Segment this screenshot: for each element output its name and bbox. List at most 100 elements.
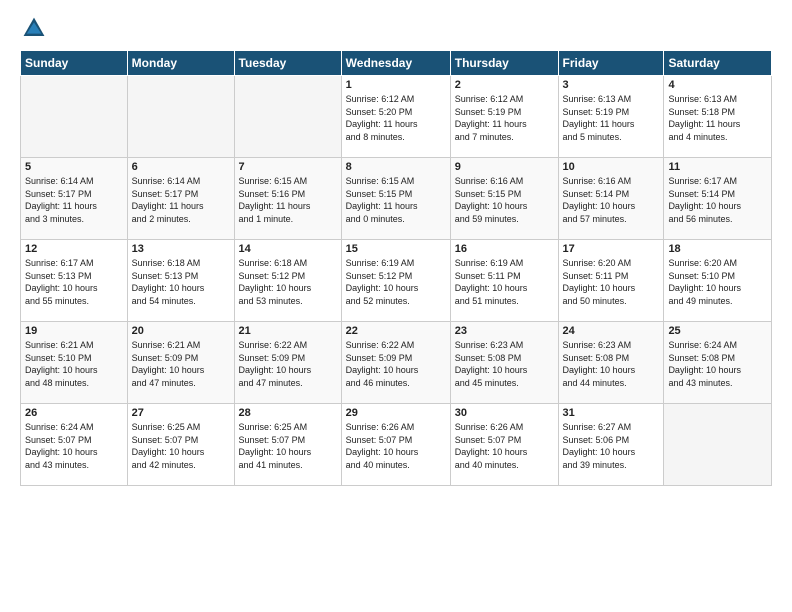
weekday-header-tuesday: Tuesday [234, 51, 341, 76]
week-row-1: 1 Sunrise: 6:12 AM Sunset: 5:20 PM Daylig… [21, 76, 772, 158]
header [20, 16, 772, 40]
calendar-cell: 10Sunrise: 6:16 AM Sunset: 5:14 PM Dayli… [558, 158, 664, 240]
day-number: 25 [668, 325, 767, 337]
day-number: 31 [563, 407, 660, 419]
calendar-cell: 23 Sunrise: 6:23 AM Sunset: 5:08 PM Dayli… [450, 322, 558, 404]
calendar-cell: 2Sunrise: 6:12 AM Sunset: 5:19 PM Daylig… [450, 76, 558, 158]
calendar-cell: 1 Sunrise: 6:12 AM Sunset: 5:20 PM Daylig… [341, 76, 450, 158]
calendar-cell: 3 Sunrise: 6:13 AM Sunset: 5:19 PM Daylig… [558, 76, 664, 158]
day-number: 28 [239, 407, 337, 419]
day-number: 24 [563, 325, 660, 337]
day-number: 3 [563, 79, 660, 91]
day-info: Sunrise: 6:19 AM Sunset: 5:11 PM Dayligh… [455, 257, 554, 307]
calendar-cell: 28 Sunrise: 6:25 AM Sunset: 5:07 PM Dayli… [234, 404, 341, 486]
calendar-cell: 8 Sunrise: 6:15 AM Sunset: 5:15 PM Daylig… [341, 158, 450, 240]
day-info: Sunrise: 6:25 AM Sunset: 5:07 PM Dayligh… [132, 421, 230, 471]
day-info: Sunrise: 6:22 AM Sunset: 5:09 PM Dayligh… [239, 339, 337, 389]
calendar-cell [664, 404, 772, 486]
day-number: 7 [239, 161, 337, 173]
day-number: 6 [132, 161, 230, 173]
day-number: 19 [25, 325, 123, 337]
calendar-cell: 26 Sunrise: 6:24 AM Sunset: 5:07 PM Dayli… [21, 404, 128, 486]
day-number: 8 [346, 161, 446, 173]
day-number: 30 [455, 407, 554, 419]
day-number: 1 [346, 79, 446, 91]
day-number: 21 [239, 325, 337, 337]
day-number: 11 [668, 161, 767, 173]
calendar-cell: 12 Sunrise: 6:17 AM Sunset: 5:13 PM Dayli… [21, 240, 128, 322]
calendar-cell: 29Sunrise: 6:26 AM Sunset: 5:07 PM Dayli… [341, 404, 450, 486]
calendar-cell: 19 Sunrise: 6:21 AM Sunset: 5:10 PM Dayli… [21, 322, 128, 404]
calendar-cell: 13 Sunrise: 6:18 AM Sunset: 5:13 PM Dayli… [127, 240, 234, 322]
calendar-cell: 27 Sunrise: 6:25 AM Sunset: 5:07 PM Dayli… [127, 404, 234, 486]
day-info: Sunrise: 6:22 AM Sunset: 5:09 PM Dayligh… [346, 339, 446, 389]
day-info: Sunrise: 6:21 AM Sunset: 5:09 PM Dayligh… [132, 339, 230, 389]
day-number: 9 [455, 161, 554, 173]
calendar-cell: 20 Sunrise: 6:21 AM Sunset: 5:09 PM Dayli… [127, 322, 234, 404]
day-info: Sunrise: 6:12 AM Sunset: 5:20 PM Dayligh… [346, 93, 446, 143]
day-number: 27 [132, 407, 230, 419]
weekday-header-friday: Friday [558, 51, 664, 76]
day-info: Sunrise: 6:21 AM Sunset: 5:10 PM Dayligh… [25, 339, 123, 389]
day-info: Sunrise: 6:15 AM Sunset: 5:16 PM Dayligh… [239, 175, 337, 225]
day-info: Sunrise: 6:24 AM Sunset: 5:07 PM Dayligh… [25, 421, 123, 471]
calendar-cell: 7 Sunrise: 6:15 AM Sunset: 5:16 PM Daylig… [234, 158, 341, 240]
calendar-cell: 5 Sunrise: 6:14 AM Sunset: 5:17 PM Daylig… [21, 158, 128, 240]
day-info: Sunrise: 6:17 AM Sunset: 5:13 PM Dayligh… [25, 257, 123, 307]
calendar-cell: 14 Sunrise: 6:18 AM Sunset: 5:12 PM Dayli… [234, 240, 341, 322]
day-info: Sunrise: 6:13 AM Sunset: 5:18 PM Dayligh… [668, 93, 767, 143]
calendar-cell: 18 Sunrise: 6:20 AM Sunset: 5:10 PM Dayli… [664, 240, 772, 322]
day-number: 22 [346, 325, 446, 337]
week-row-4: 19 Sunrise: 6:21 AM Sunset: 5:10 PM Dayli… [21, 322, 772, 404]
day-number: 5 [25, 161, 123, 173]
calendar-cell [234, 76, 341, 158]
day-info: Sunrise: 6:18 AM Sunset: 5:13 PM Dayligh… [132, 257, 230, 307]
day-info: Sunrise: 6:20 AM Sunset: 5:11 PM Dayligh… [563, 257, 660, 307]
day-number: 13 [132, 243, 230, 255]
weekday-header-sunday: Sunday [21, 51, 128, 76]
calendar-cell: 11 Sunrise: 6:17 AM Sunset: 5:14 PM Dayli… [664, 158, 772, 240]
day-info: Sunrise: 6:17 AM Sunset: 5:14 PM Dayligh… [668, 175, 767, 225]
calendar-cell [21, 76, 128, 158]
weekday-header-thursday: Thursday [450, 51, 558, 76]
day-info: Sunrise: 6:14 AM Sunset: 5:17 PM Dayligh… [25, 175, 123, 225]
day-number: 18 [668, 243, 767, 255]
weekday-header-saturday: Saturday [664, 51, 772, 76]
logo-icon [22, 16, 46, 40]
day-number: 14 [239, 243, 337, 255]
day-info: Sunrise: 6:25 AM Sunset: 5:07 PM Dayligh… [239, 421, 337, 471]
calendar-cell: 9 Sunrise: 6:16 AM Sunset: 5:15 PM Daylig… [450, 158, 558, 240]
calendar-cell: 31Sunrise: 6:27 AM Sunset: 5:06 PM Dayli… [558, 404, 664, 486]
calendar-cell: 30 Sunrise: 6:26 AM Sunset: 5:07 PM Dayli… [450, 404, 558, 486]
day-number: 16 [455, 243, 554, 255]
day-info: Sunrise: 6:26 AM Sunset: 5:07 PM Dayligh… [455, 421, 554, 471]
calendar-cell: 16 Sunrise: 6:19 AM Sunset: 5:11 PM Dayli… [450, 240, 558, 322]
day-info: Sunrise: 6:19 AM Sunset: 5:12 PM Dayligh… [346, 257, 446, 307]
calendar-cell: 21 Sunrise: 6:22 AM Sunset: 5:09 PM Dayli… [234, 322, 341, 404]
day-number: 12 [25, 243, 123, 255]
page: SundayMondayTuesdayWednesdayThursdayFrid… [0, 0, 792, 496]
day-info: Sunrise: 6:18 AM Sunset: 5:12 PM Dayligh… [239, 257, 337, 307]
day-info: Sunrise: 6:23 AM Sunset: 5:08 PM Dayligh… [455, 339, 554, 389]
calendar-cell: 6Sunrise: 6:14 AM Sunset: 5:17 PM Daylig… [127, 158, 234, 240]
day-number: 15 [346, 243, 446, 255]
day-info: Sunrise: 6:12 AM Sunset: 5:19 PM Dayligh… [455, 93, 554, 143]
week-row-5: 26 Sunrise: 6:24 AM Sunset: 5:07 PM Dayli… [21, 404, 772, 486]
day-number: 26 [25, 407, 123, 419]
calendar-cell: 24 Sunrise: 6:23 AM Sunset: 5:08 PM Dayli… [558, 322, 664, 404]
day-info: Sunrise: 6:23 AM Sunset: 5:08 PM Dayligh… [563, 339, 660, 389]
day-info: Sunrise: 6:20 AM Sunset: 5:10 PM Dayligh… [668, 257, 767, 307]
day-number: 4 [668, 79, 767, 91]
calendar-cell: 15 Sunrise: 6:19 AM Sunset: 5:12 PM Dayli… [341, 240, 450, 322]
day-number: 17 [563, 243, 660, 255]
day-info: Sunrise: 6:15 AM Sunset: 5:15 PM Dayligh… [346, 175, 446, 225]
weekday-header-row: SundayMondayTuesdayWednesdayThursdayFrid… [21, 51, 772, 76]
calendar-cell: 4 Sunrise: 6:13 AM Sunset: 5:18 PM Daylig… [664, 76, 772, 158]
day-number: 20 [132, 325, 230, 337]
day-info: Sunrise: 6:13 AM Sunset: 5:19 PM Dayligh… [563, 93, 660, 143]
weekday-header-wednesday: Wednesday [341, 51, 450, 76]
day-info: Sunrise: 6:16 AM Sunset: 5:14 PM Dayligh… [563, 175, 660, 225]
day-number: 23 [455, 325, 554, 337]
calendar-cell: 22 Sunrise: 6:22 AM Sunset: 5:09 PM Dayli… [341, 322, 450, 404]
day-info: Sunrise: 6:16 AM Sunset: 5:15 PM Dayligh… [455, 175, 554, 225]
